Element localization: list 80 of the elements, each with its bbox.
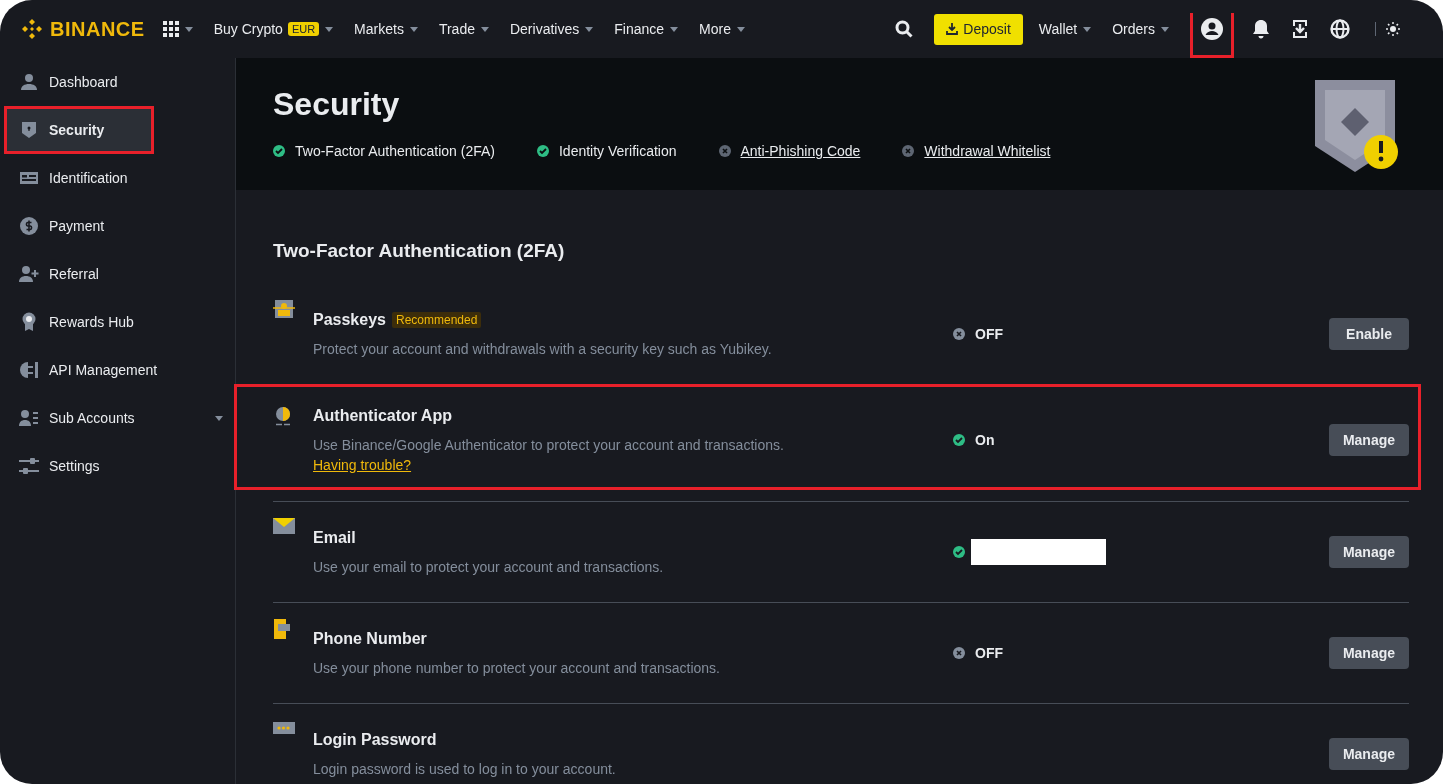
passkey-icon	[273, 300, 295, 318]
globe-icon[interactable]	[1330, 19, 1350, 39]
method-description: Use your email to protect your account and transactions.	[313, 559, 665, 575]
envelope-icon	[273, 518, 295, 534]
logo[interactable]: BINANCE	[20, 17, 145, 41]
dollar-coin-icon	[19, 217, 39, 235]
nav-menu[interactable]: Derivatives	[509, 21, 594, 37]
sidebar-item[interactable]: Rewards Hub	[0, 298, 235, 346]
nav-menu[interactable]: Finance	[614, 21, 679, 37]
nav-menu[interactable]: Buy Crypto EUR	[213, 21, 334, 37]
section-title: Two-Factor Authentication (2FA)	[273, 240, 566, 262]
method-description: Login password is used to log in to your account.	[313, 761, 617, 777]
download-box-icon[interactable]	[1291, 19, 1309, 39]
person-icon	[19, 73, 39, 91]
method-name: Authenticator App	[313, 406, 452, 425]
sidebar-item[interactable]: Sub Accounts	[0, 394, 235, 442]
caret-icon	[480, 26, 489, 32]
method-action-button[interactable]: Enable	[1329, 318, 1409, 350]
method-description: Use your phone number to protect your account and transactions.	[313, 660, 721, 676]
help-link[interactable]: Having trouble?	[313, 456, 412, 473]
caret-icon	[736, 26, 745, 32]
plug-icon	[19, 361, 39, 379]
sidebar-item[interactable]: Identification	[0, 154, 235, 202]
bell-icon[interactable]	[1252, 19, 1270, 39]
caret-icon	[409, 26, 418, 32]
sidebar-item[interactable]: API Management	[0, 346, 235, 394]
deposit-button[interactable]: Deposit	[934, 13, 1023, 45]
apps-menu-button[interactable]	[162, 21, 193, 37]
sun-icon[interactable]	[1386, 22, 1400, 36]
status-label: OFF	[975, 645, 1003, 661]
method-action-button[interactable]: Manage	[1328, 738, 1409, 770]
sidebar-item[interactable]: Dashboard	[0, 58, 235, 106]
method-name: Passkeys	[313, 311, 386, 329]
nav-menu[interactable]: Orders	[1112, 21, 1169, 37]
phone-icon	[273, 619, 291, 639]
shield-icon	[19, 121, 39, 139]
logo-text: BINANCE	[50, 17, 145, 41]
search-icon[interactable]	[895, 20, 914, 38]
nav-menu[interactable]: Trade	[438, 21, 489, 37]
caret-icon	[1161, 26, 1169, 32]
nav-menu[interactable]: More	[699, 21, 745, 37]
security-step-link[interactable]: Anti-Phishing Code	[740, 143, 861, 159]
method-action-button[interactable]: Manage	[1328, 424, 1409, 456]
sidebar-item[interactable]: Settings	[0, 442, 235, 490]
grid-icon	[162, 21, 179, 37]
sliders-icon	[19, 457, 39, 475]
caret-icon	[325, 26, 334, 32]
security-step-label: Identity Verification	[559, 143, 677, 159]
nav-menu[interactable]: Wallet	[1038, 21, 1092, 37]
recommended-tag: Recommended	[391, 312, 482, 328]
method-description: Use Binance/Google Authenticator to protect your account and transactions.	[313, 436, 785, 453]
sidebar-item[interactable]: Payment	[0, 202, 235, 250]
password-field-icon	[273, 722, 295, 734]
security-step-label: Two-Factor Authentication (2FA)	[295, 143, 495, 159]
method-name: Phone Number	[313, 630, 427, 648]
user-list-icon	[19, 409, 39, 427]
user-avatar-icon	[1200, 17, 1224, 41]
authenticator-icon	[273, 406, 293, 426]
security-step-link[interactable]: Withdrawal Whitelist	[924, 143, 1051, 159]
add-person-icon	[19, 265, 39, 283]
nav-menu[interactable]: Markets	[354, 21, 418, 37]
method-action-button[interactable]: Manage	[1328, 536, 1409, 568]
download-icon	[946, 23, 959, 35]
method-name: Login Password	[313, 731, 437, 749]
method-name: Email	[313, 529, 356, 547]
id-card-icon	[19, 169, 39, 187]
sidebar-item[interactable]: Security	[4, 106, 154, 154]
caret-icon	[215, 415, 223, 421]
status-label: On	[975, 432, 995, 448]
method-action-button[interactable]: Manage	[1328, 637, 1409, 669]
diamond-logo-icon	[20, 17, 44, 41]
caret-icon	[184, 26, 193, 32]
method-description: Protect your account and withdrawals with a security key such as Yubikey.	[313, 341, 773, 357]
page-title: Security	[273, 86, 401, 123]
caret-icon	[670, 26, 679, 32]
caret-icon	[585, 26, 594, 32]
sidebar-item[interactable]: Referral	[0, 250, 235, 298]
caret-icon	[1083, 26, 1092, 32]
status-label: OFF	[975, 326, 1003, 342]
currency-badge: EUR	[287, 22, 320, 36]
